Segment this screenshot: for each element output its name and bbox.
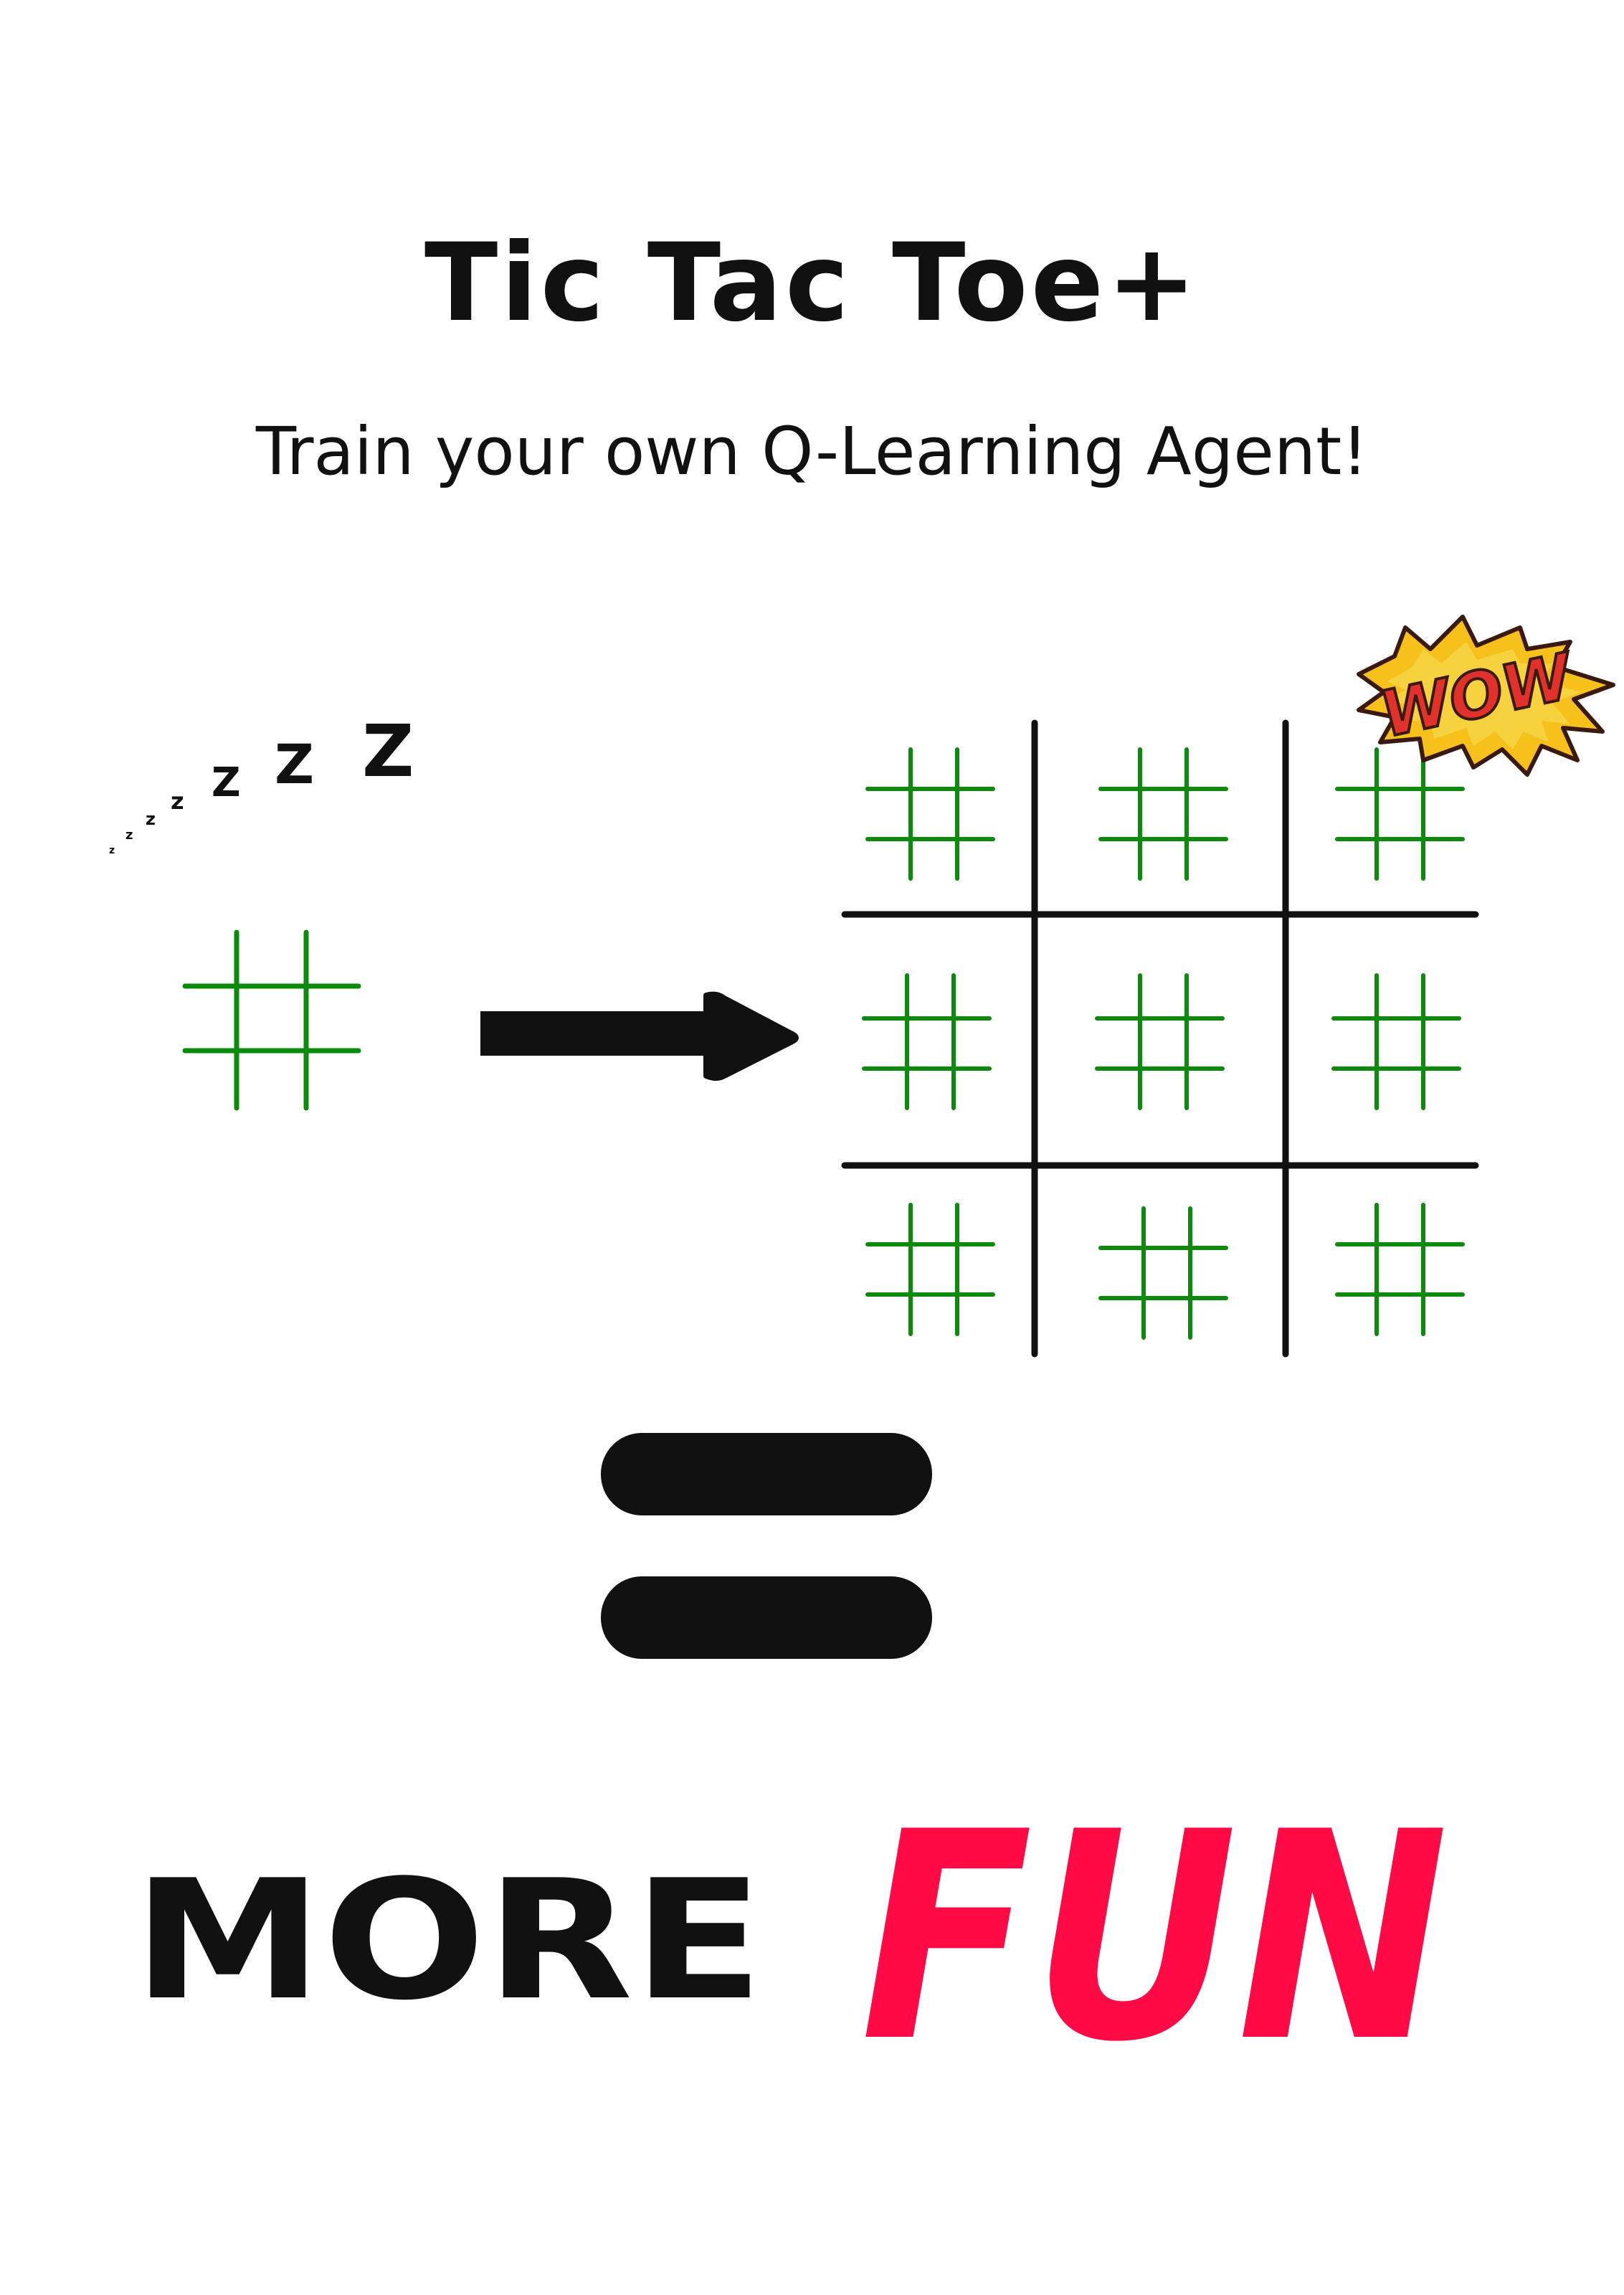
- large-grid-lines: [841, 719, 1479, 1358]
- equals-sign-icon: [601, 1433, 932, 1659]
- mini-grid-1-2: [1098, 747, 1228, 881]
- mini-grid-3-1: [865, 1203, 995, 1336]
- sleep-z-letters: z z z z Z Z Z: [109, 709, 414, 856]
- mini-grid-3-3: [1335, 1203, 1465, 1336]
- mini-grid-1-3: [1335, 747, 1465, 881]
- mini-grid-1-1: [865, 747, 995, 881]
- mini-grid-2-3: [1331, 973, 1461, 1110]
- more-word: MORE: [133, 1845, 764, 2037]
- mini-grid-cells: [862, 747, 1465, 1340]
- small-tictactoe-grid: [182, 929, 361, 1111]
- sleep-z-2: z: [125, 828, 133, 843]
- mini-grid-2-1: [862, 973, 992, 1110]
- sleep-z-4: z: [171, 787, 184, 815]
- mini-grid-2-2: [1095, 973, 1225, 1110]
- fun-word: FUN: [860, 1771, 1448, 2105]
- ultimate-tictactoe-board: [841, 719, 1479, 1358]
- sleep-z-6: Z: [275, 732, 314, 796]
- sleep-z-7: Z: [362, 709, 414, 793]
- sleep-z-5: Z: [212, 760, 241, 806]
- poster-illustration: z z z z Z Z Z WOW MORE FUN: [109, 615, 1615, 2105]
- sleep-z-1: z: [109, 845, 115, 856]
- comic-burst-icon: WOW: [1357, 615, 1615, 777]
- right-arrow-icon: [480, 991, 799, 1081]
- sleep-z-3: z: [146, 809, 156, 829]
- mini-grid-3-2: [1098, 1206, 1228, 1340]
